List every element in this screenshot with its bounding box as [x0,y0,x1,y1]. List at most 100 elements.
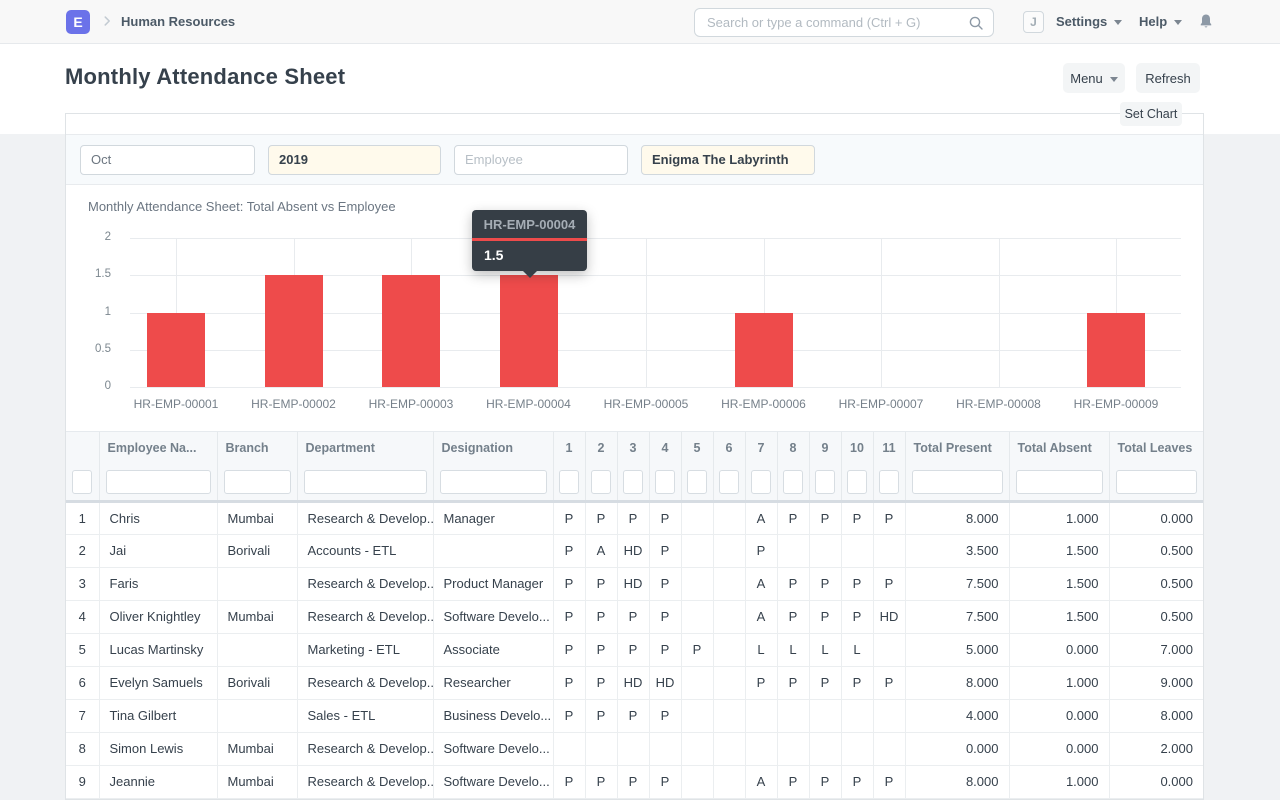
day-5-cell[interactable] [681,567,713,600]
employee-filter-input[interactable] [454,145,628,175]
day-8-cell[interactable] [777,534,809,567]
row-index[interactable]: 3 [66,567,99,600]
column-header-total-leaves[interactable]: Total Leaves [1109,432,1203,464]
total-present-cell[interactable]: 8.000 [905,501,1009,534]
day-9-cell[interactable]: P [809,765,841,798]
column-filter-input[interactable] [72,470,92,494]
branch-cell[interactable] [217,567,297,600]
day-4-cell[interactable]: P [649,567,681,600]
day-4-cell[interactable]: P [649,534,681,567]
day-11-cell[interactable] [873,732,905,765]
day-3-cell[interactable]: P [617,765,649,798]
employee-name-cell[interactable]: Simon Lewis [99,732,217,765]
employee-name-cell[interactable]: Jai [99,534,217,567]
day-3-cell[interactable]: P [617,600,649,633]
day-1-cell[interactable]: P [553,633,585,666]
day-4-cell[interactable]: P [649,600,681,633]
day-9-cell[interactable]: P [809,501,841,534]
column-header-8[interactable]: 8 [777,432,809,464]
column-header-department[interactable]: Department [297,432,433,464]
day-5-cell[interactable] [681,765,713,798]
column-header-branch[interactable]: Branch [217,432,297,464]
column-filter-input[interactable] [623,470,643,494]
day-4-cell[interactable]: HD [649,666,681,699]
total-leaves-cell[interactable]: 8.000 [1109,699,1203,732]
branch-cell[interactable]: Mumbai [217,600,297,633]
department-cell[interactable]: Research & Develop... [297,732,433,765]
department-cell[interactable]: Research & Develop... [297,666,433,699]
column-filter-input[interactable] [719,470,739,494]
total-absent-cell[interactable]: 1.500 [1009,567,1109,600]
day-5-cell[interactable] [681,534,713,567]
day-2-cell[interactable]: A [585,534,617,567]
row-index[interactable]: 7 [66,699,99,732]
day-8-cell[interactable]: P [777,666,809,699]
column-header-total-absent[interactable]: Total Absent [1009,432,1109,464]
day-10-cell[interactable]: P [841,600,873,633]
day-7-cell[interactable]: P [745,666,777,699]
row-index[interactable]: 2 [66,534,99,567]
avatar[interactable]: J [1023,11,1044,33]
designation-cell[interactable]: Associate [433,633,553,666]
day-11-cell[interactable]: P [873,666,905,699]
day-7-cell[interactable]: P [745,534,777,567]
column-filter-input[interactable] [751,470,771,494]
total-absent-cell[interactable]: 0.000 [1009,699,1109,732]
day-8-cell[interactable] [777,699,809,732]
department-cell[interactable]: Marketing - ETL [297,633,433,666]
day-1-cell[interactable]: P [553,501,585,534]
total-absent-cell[interactable]: 1.000 [1009,765,1109,798]
day-9-cell[interactable]: P [809,600,841,633]
column-header-4[interactable]: 4 [649,432,681,464]
chart-bar-HR-EMP-00002[interactable] [265,275,323,387]
designation-cell[interactable]: Software Develo... [433,732,553,765]
day-6-cell[interactable] [713,666,745,699]
department-cell[interactable]: Accounts - ETL [297,534,433,567]
day-1-cell[interactable]: P [553,534,585,567]
column-filter-input[interactable] [847,470,867,494]
column-filter-input[interactable] [815,470,835,494]
search-icon[interactable] [968,15,984,31]
day-7-cell[interactable]: L [745,633,777,666]
designation-cell[interactable]: Software Develo... [433,600,553,633]
notifications-bell-icon[interactable] [1198,13,1214,35]
day-4-cell[interactable]: P [649,765,681,798]
row-index[interactable]: 9 [66,765,99,798]
day-9-cell[interactable] [809,732,841,765]
column-header-designation[interactable]: Designation [433,432,553,464]
column-filter-input[interactable] [1116,470,1198,494]
total-present-cell[interactable]: 7.500 [905,567,1009,600]
day-9-cell[interactable]: P [809,666,841,699]
total-absent-cell[interactable]: 0.000 [1009,633,1109,666]
employee-name-cell[interactable]: Lucas Martinsky [99,633,217,666]
department-cell[interactable]: Research & Develop... [297,567,433,600]
day-10-cell[interactable]: L [841,633,873,666]
total-present-cell[interactable]: 8.000 [905,666,1009,699]
day-7-cell[interactable] [745,699,777,732]
breadcrumb-human-resources[interactable]: Human Resources [121,14,235,29]
day-7-cell[interactable] [745,732,777,765]
day-8-cell[interactable] [777,732,809,765]
total-leaves-cell[interactable]: 0.500 [1109,600,1203,633]
day-8-cell[interactable]: P [777,567,809,600]
column-filter-input[interactable] [912,470,1003,494]
column-filter-input[interactable] [591,470,611,494]
row-index[interactable]: 6 [66,666,99,699]
day-10-cell[interactable]: P [841,666,873,699]
column-filter-input[interactable] [224,470,291,494]
day-9-cell[interactable] [809,699,841,732]
day-11-cell[interactable]: HD [873,600,905,633]
day-2-cell[interactable]: P [585,765,617,798]
column-header-3[interactable]: 3 [617,432,649,464]
day-3-cell[interactable]: P [617,633,649,666]
branch-cell[interactable]: Borivali [217,534,297,567]
total-leaves-cell[interactable]: 0.000 [1109,765,1203,798]
day-7-cell[interactable]: A [745,501,777,534]
department-cell[interactable]: Sales - ETL [297,699,433,732]
day-6-cell[interactable] [713,501,745,534]
chart-bar-HR-EMP-00001[interactable] [147,313,205,388]
column-filter-input[interactable] [783,470,803,494]
day-6-cell[interactable] [713,567,745,600]
day-1-cell[interactable]: P [553,567,585,600]
designation-cell[interactable]: Business Develo... [433,699,553,732]
